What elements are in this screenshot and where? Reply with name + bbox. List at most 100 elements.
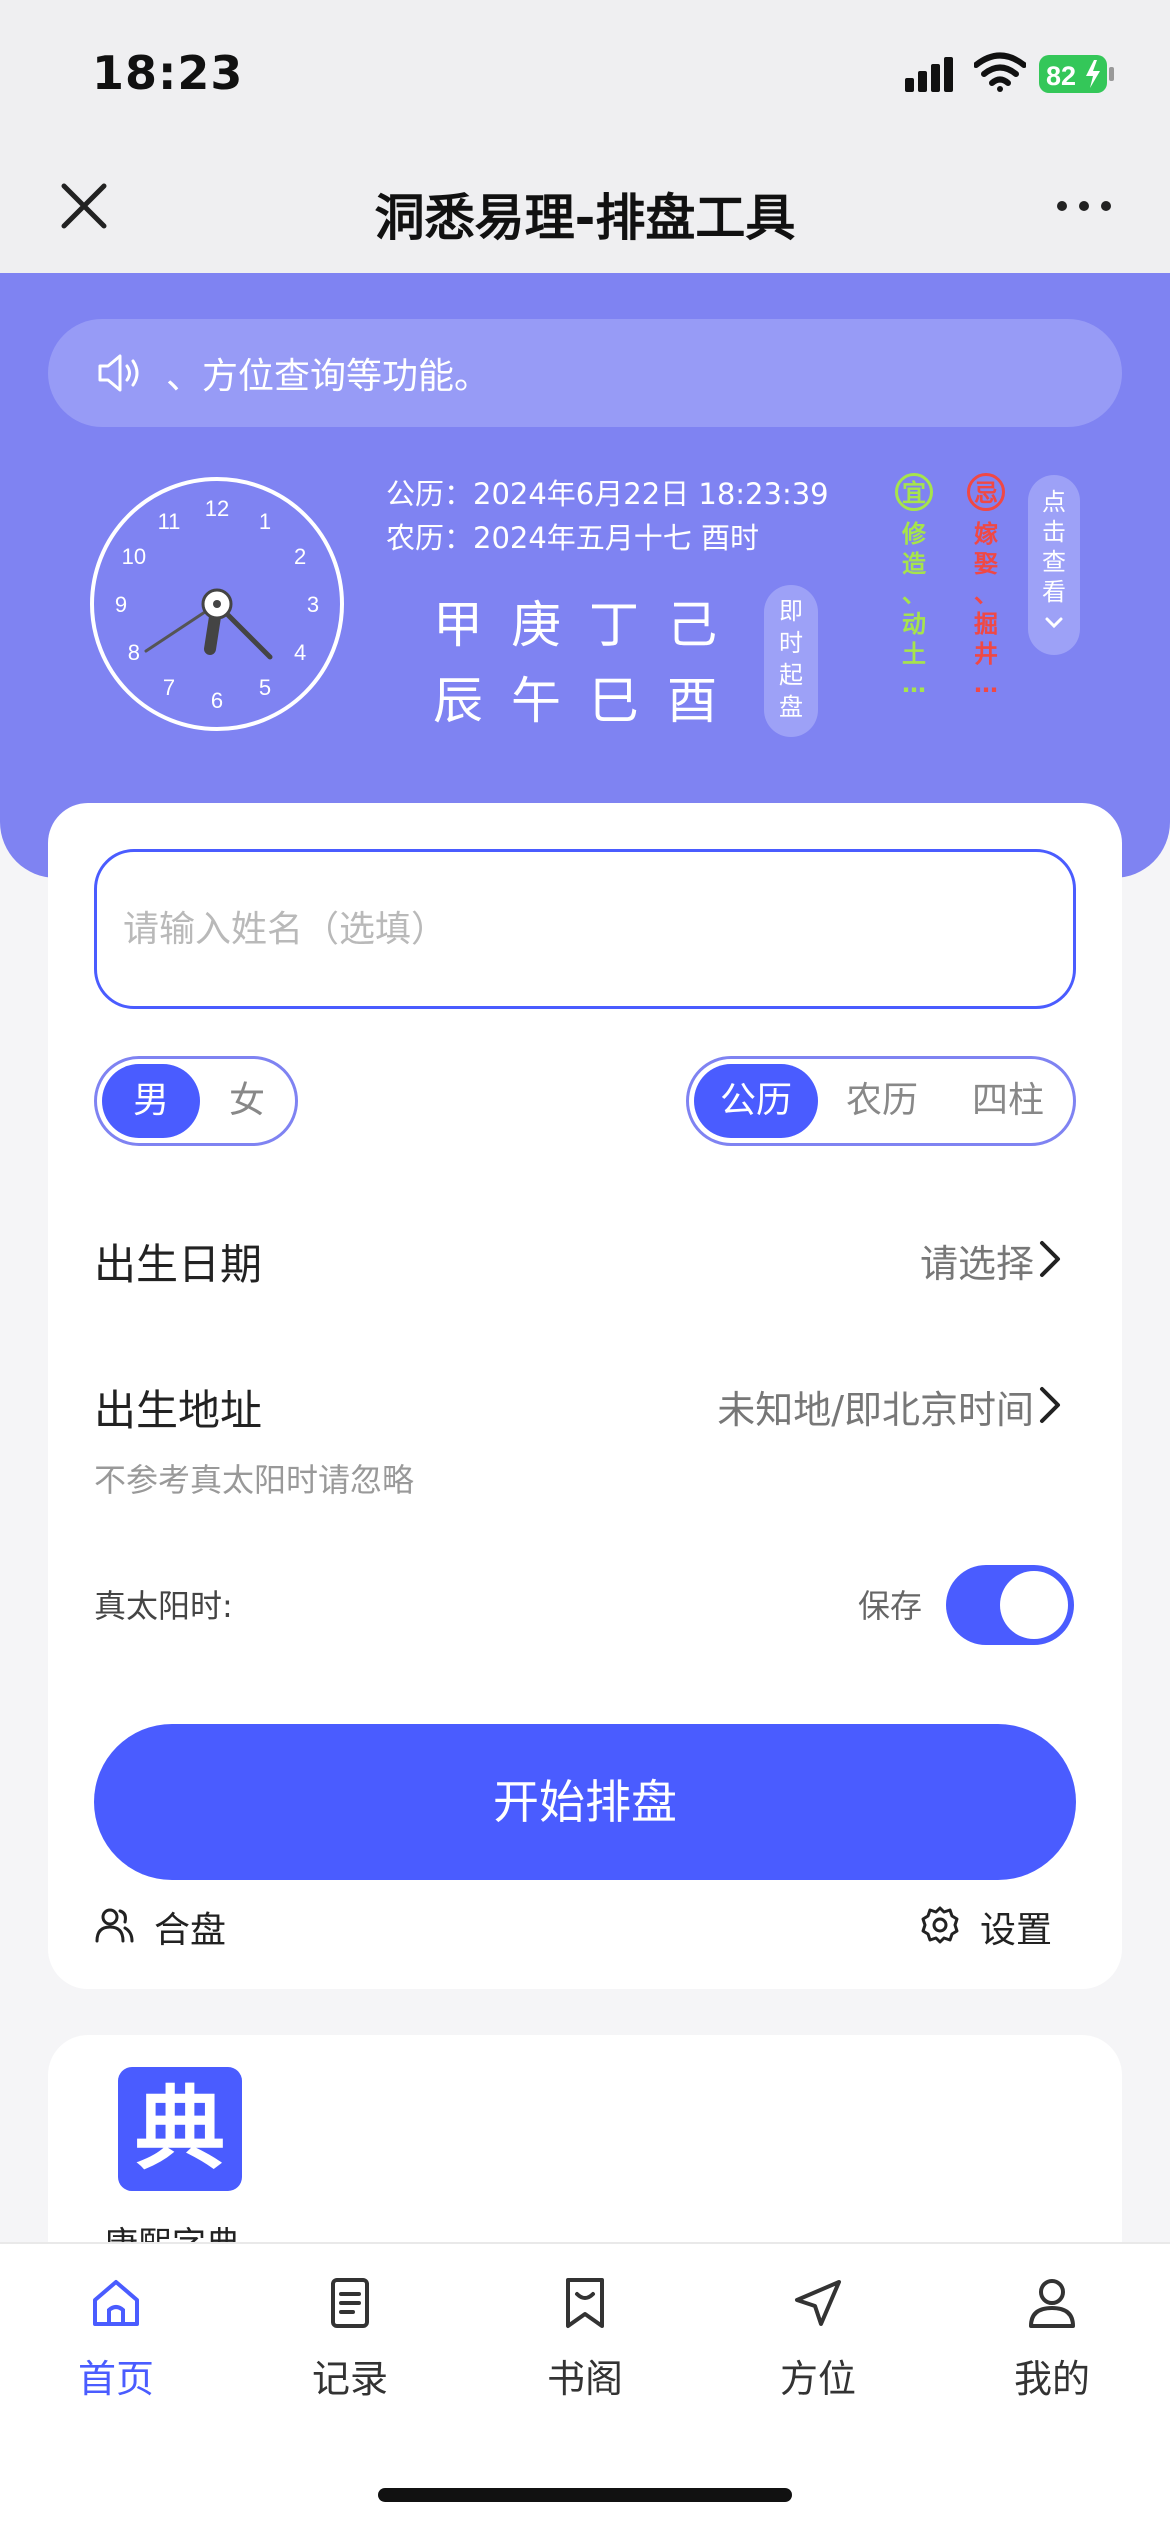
ji-char: … [974, 670, 998, 698]
calendar-lunar-option[interactable]: 农历 [820, 1064, 944, 1138]
ji-char: 井 [974, 640, 998, 668]
instant-chart-button[interactable]: 即 时 起 盘 [764, 585, 818, 737]
ji-char: 掘 [974, 610, 998, 638]
gear-icon [921, 1906, 959, 1944]
birth-place-label: 出生地址 [94, 1386, 263, 1435]
clock-number: 8 [128, 640, 140, 665]
tab-profile[interactable]: 我的 [972, 2274, 1132, 2403]
clock-number: 12 [205, 496, 229, 521]
settings-link[interactable]: 设置 [920, 1899, 1080, 1951]
check-label-char: 查 [1042, 548, 1066, 576]
true-solar-time-label: 真太阳时: [94, 1587, 233, 1625]
tab-direction[interactable]: 方位 [738, 2274, 898, 2403]
notice-text: 、方位查询等功能。 [166, 356, 491, 397]
home-icon [93, 2280, 139, 2326]
wifi-icon [974, 52, 1026, 92]
ganzhi-stem: 甲 [433, 596, 483, 654]
solar-date: 公历：2024年6月22日 18:23:39 [386, 477, 829, 511]
status-bar: 18:23 82 [0, 0, 1170, 150]
tab-records[interactable]: 记录 [270, 2274, 430, 2403]
tab-profile-label: 我的 [1013, 2357, 1090, 2401]
navigation-icon [795, 2280, 841, 2326]
ganzhi-stem: 丁 [589, 596, 639, 654]
users-icon [95, 1908, 134, 1943]
more-icon[interactable] [1052, 190, 1116, 222]
yi-char: 、 [902, 580, 926, 608]
yi-column: 宜 修 造 、 动 土 … [892, 473, 936, 699]
ji-char: 嫁 [974, 520, 998, 548]
bottom-tab-bar: 首页 记录 书阁 方位 我的 [0, 2242, 1170, 2532]
battery-level-text: 82 [1046, 61, 1076, 91]
tab-records-label: 记录 [311, 2357, 388, 2401]
ganzhi-branch: 午 [511, 672, 561, 730]
birth-place-value: 未知地/即北京时间 [717, 1388, 1034, 1432]
tab-library[interactable]: 书阁 [505, 2274, 665, 2403]
yi-badge: 宜 [895, 473, 933, 511]
save-label: 保存 [858, 1587, 923, 1625]
bookmark-icon [566, 2278, 604, 2328]
nav-bar: 洞悉易理-排盘工具 [0, 150, 1170, 273]
ganzhi-branch: 巳 [589, 672, 639, 730]
ji-column: 忌 嫁 娶 、 掘 井 … [964, 473, 1008, 699]
clock-number: 3 [307, 592, 319, 617]
lunar-date: 农历：2024年五月十七 酉时 [386, 521, 760, 555]
ganzhi-stem: 庚 [511, 596, 561, 654]
check-label-char: 击 [1042, 518, 1066, 546]
chevron-down-icon [1045, 617, 1063, 629]
chart-form-card: 男 女 公历 农历 四柱 出生日期 请选择 出生地址 未知地/即北京时间 不参考… [48, 803, 1122, 1989]
ji-badge: 忌 [967, 473, 1005, 511]
tab-home-label: 首页 [77, 2357, 154, 2401]
gender-selector: 男 女 [94, 1056, 298, 1146]
battery-icon: 82 [1039, 55, 1114, 93]
notice-bar[interactable]: 、方位查询等功能。 [48, 319, 1122, 427]
signal-icon [905, 57, 953, 92]
instant-label-char: 时 [779, 629, 803, 657]
match-chart-link[interactable]: 合盘 [94, 1899, 254, 1951]
gender-female-option[interactable]: 女 [202, 1064, 292, 1138]
tab-library-label: 书阁 [546, 2357, 623, 2401]
analog-clock: 121234567891011 [90, 477, 344, 731]
instant-label-char: 即 [779, 597, 803, 625]
tab-home[interactable]: 首页 [36, 2274, 196, 2403]
check-label-char: 点 [1042, 488, 1066, 516]
instant-label-char: 起 [779, 661, 803, 689]
save-toggle[interactable] [946, 1565, 1074, 1645]
ganzhi-branch: 酉 [667, 672, 717, 730]
gender-male-option[interactable]: 男 [102, 1064, 200, 1138]
ji-char: 娶 [974, 550, 998, 578]
calendar-pillars-option[interactable]: 四柱 [946, 1064, 1070, 1138]
yi-char: 造 [902, 550, 926, 578]
name-input[interactable] [94, 849, 1076, 1009]
user-icon [1029, 2279, 1075, 2328]
clock-number: 1 [259, 509, 271, 534]
birth-date-label: 出生日期 [94, 1240, 263, 1289]
match-chart-label: 合盘 [154, 1910, 227, 1951]
birth-place-hint: 不参考真太阳时请忽略 [94, 1461, 415, 1499]
view-detail-button[interactable]: 点 击 查 看 [1028, 475, 1080, 655]
yi-char: 动 [902, 610, 926, 638]
dictionary-icon: 典 [118, 2067, 242, 2191]
yi-char: 修 [902, 520, 926, 548]
ganzhi-branch: 辰 [433, 672, 483, 730]
check-label-char: 看 [1042, 578, 1066, 606]
instant-label-char: 盘 [779, 693, 803, 721]
yi-char: 土 [902, 640, 926, 668]
settings-label: 设置 [980, 1910, 1053, 1951]
clock-number: 5 [259, 675, 271, 700]
calendar-type-selector: 公历 农历 四柱 [686, 1056, 1076, 1146]
yi-text: 修 造 、 动 土 … [892, 519, 936, 699]
clock-number: 2 [294, 544, 306, 569]
clock-number: 4 [294, 640, 306, 665]
clock-number: 9 [115, 592, 127, 617]
toggle-knob [1000, 1571, 1068, 1639]
app-screen: 18:23 82 洞悉易理-排盘工具 、方位查询等功能。 12 1 2 3 4 … [0, 0, 1170, 2532]
ji-char: 、 [974, 580, 998, 608]
start-chart-button[interactable]: 开始排盘 [94, 1724, 1076, 1880]
home-indicator [378, 2488, 792, 2502]
calendar-header: 、方位查询等功能。 12 1 2 3 4 5 6 7 8 9 10 11 公历：2024年6月22日 … [0, 273, 1170, 878]
chevron-right-icon [1040, 1387, 1060, 1423]
calendar-solar-option[interactable]: 公历 [694, 1064, 818, 1138]
chevron-right-icon [1040, 1241, 1060, 1277]
birth-date-value: 请选择 [919, 1242, 1034, 1286]
ganzhi-stem: 己 [667, 596, 717, 654]
